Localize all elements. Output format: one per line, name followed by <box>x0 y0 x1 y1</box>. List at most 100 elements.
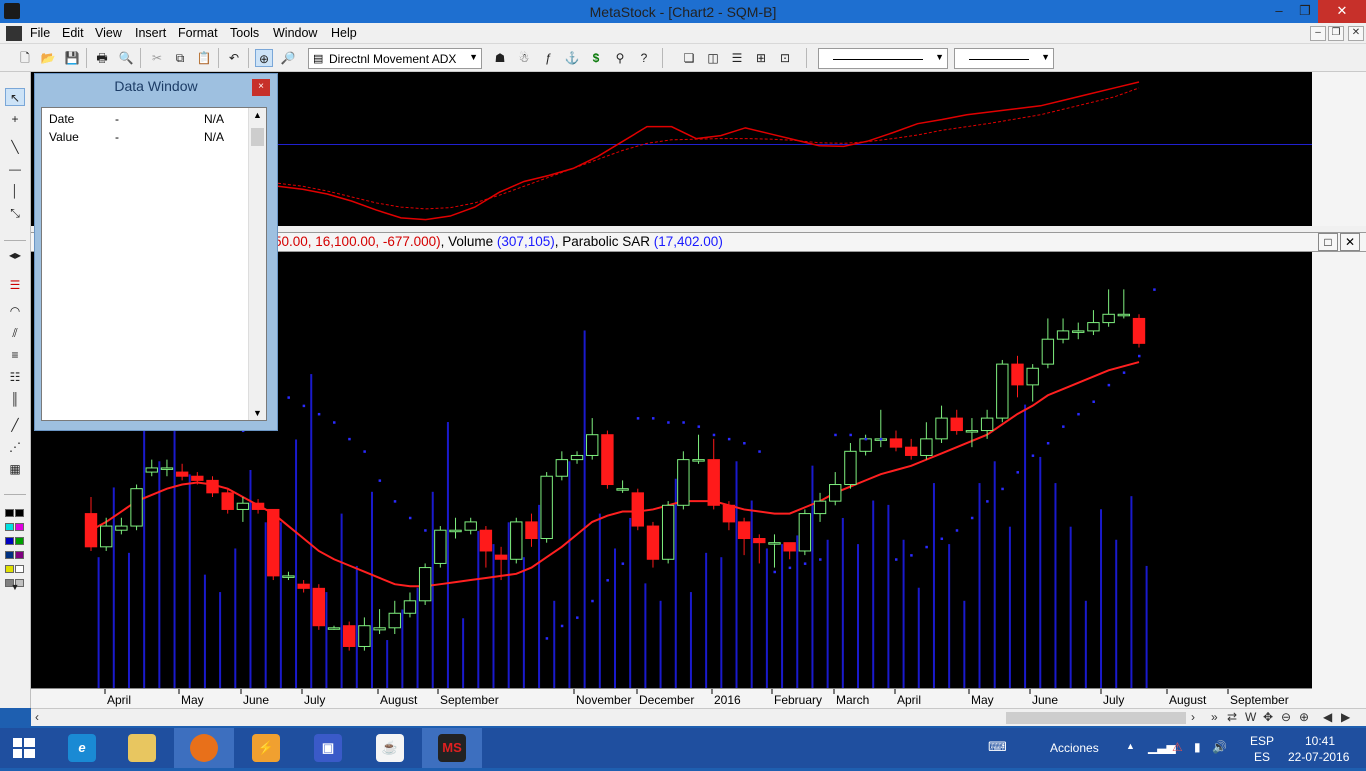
taskbar-java[interactable]: ☕ <box>360 728 420 768</box>
copy-icon[interactable]: ⧉ <box>171 49 189 67</box>
paste-icon[interactable]: 📋 <box>195 49 213 67</box>
fibonacci-fan-icon[interactable]: ≡ <box>5 346 25 364</box>
move-icon[interactable]: ✥ <box>1263 710 1273 724</box>
minimize-button[interactable]: – <box>1266 0 1292 23</box>
menu-tools[interactable]: Tools <box>230 26 259 40</box>
next-page-icon[interactable]: ▶ <box>1341 710 1350 724</box>
fibonacci-arcs-icon[interactable]: ◠ <box>5 302 25 320</box>
chevron-up-icon[interactable]: ▲ <box>1126 741 1135 751</box>
speed-lines-icon[interactable]: ☰ <box>5 276 25 294</box>
acciones-label[interactable]: Acciones <box>1050 741 1099 755</box>
open-folder-icon[interactable]: 📂 <box>39 49 57 67</box>
trendline-icon[interactable]: ╲ <box>5 138 25 156</box>
system-tester-icon[interactable]: ⚓ <box>563 49 581 67</box>
candle-body <box>99 525 113 548</box>
scroll-right-button[interactable]: › <box>1191 710 1195 724</box>
vertical-line-icon[interactable]: │ <box>5 182 25 200</box>
tile-vertical-icon[interactable]: ◫ <box>704 49 722 67</box>
explorer-icon[interactable]: ☃ <box>515 49 533 67</box>
undo-icon[interactable]: ↶ <box>225 49 243 67</box>
network-warning-icon[interactable]: ⚠ <box>1172 740 1183 754</box>
horizontal-line-icon[interactable]: — <box>5 160 25 178</box>
chevron-up-icon[interactable]: ▲ <box>253 110 262 120</box>
menu-insert[interactable]: Insert <box>135 26 166 40</box>
select-range-icon[interactable]: ⇄ <box>1227 710 1237 724</box>
mdi-close-button[interactable]: ✕ <box>1348 26 1364 41</box>
menu-file[interactable]: File <box>30 26 50 40</box>
start-button[interactable] <box>0 728 60 768</box>
keyboard-icon[interactable]: ⌨ <box>988 739 1007 755</box>
menu-edit[interactable]: Edit <box>62 26 84 40</box>
taskbar-firefox[interactable] <box>174 728 234 768</box>
indicator-builder-icon[interactable]: ƒ <box>539 49 557 67</box>
mdi-restore-button[interactable]: ❐ <box>1328 26 1344 41</box>
indicator-dropdown[interactable]: ▤ Directnl Movement ADX ▼ <box>308 48 482 69</box>
cycle-lines-icon[interactable]: ║ <box>5 390 25 408</box>
prev-page-icon[interactable]: ◀ <box>1323 710 1332 724</box>
cascade-windows-icon[interactable]: ❏ <box>680 49 698 67</box>
gann-fan-icon[interactable]: ⫽ <box>5 324 25 342</box>
line-style-dropdown[interactable]: ▼ <box>818 48 948 69</box>
taskbar-lightning-app[interactable]: ⚡ <box>236 728 296 768</box>
data-window-scroll-thumb[interactable] <box>251 128 264 146</box>
x-tick-label: December <box>639 693 694 707</box>
zoom-in-icon[interactable]: ⊕ <box>1299 710 1309 724</box>
shift-chart-icon[interactable]: ◂▸ <box>5 246 25 264</box>
menu-window[interactable]: Window <box>273 26 317 40</box>
new-file-icon[interactable]: 🗋 <box>16 49 34 67</box>
scrollbar-thumb[interactable] <box>1006 712 1186 724</box>
close-button[interactable]: ✕ <box>1318 0 1366 23</box>
menu-bar: File Edit View Insert Format Tools Windo… <box>0 23 1366 44</box>
crosshair-tool-icon[interactable]: + <box>5 110 25 128</box>
zoom-icon[interactable]: 🔎 <box>279 49 297 67</box>
clock-date[interactable]: 22-07-2016 <box>1288 750 1349 764</box>
scroll-fast-forward-icon[interactable]: » <box>1211 710 1218 724</box>
palette-more-icon[interactable]: ▼ <box>5 578 25 596</box>
tile-grid-icon[interactable]: ⊞ <box>752 49 770 67</box>
chevron-down-icon[interactable]: ▼ <box>253 408 262 418</box>
language-bottom[interactable]: ES <box>1254 750 1270 764</box>
scroll-left-button[interactable]: ‹ <box>35 710 39 724</box>
volume-icon[interactable]: 🔊 <box>1212 740 1227 754</box>
menu-view[interactable]: View <box>95 26 122 40</box>
menu-format[interactable]: Format <box>178 26 218 40</box>
menu-help[interactable]: Help <box>331 26 357 40</box>
expert-advisor-icon[interactable]: ☗ <box>491 49 509 67</box>
regression-line-icon[interactable]: ╱ <box>5 416 25 434</box>
crosshair-icon[interactable]: ⊕ <box>255 49 273 67</box>
arrange-icons-icon[interactable]: ⊡ <box>776 49 794 67</box>
language-top[interactable]: ESP <box>1250 734 1274 748</box>
maximize-button[interactable]: ❐ <box>1292 0 1318 23</box>
binoculars-icon[interactable]: ⚲ <box>611 49 629 67</box>
chart-window-icon[interactable] <box>6 26 22 41</box>
print-preview-icon[interactable]: 🔍 <box>117 49 135 67</box>
zoom-out-icon[interactable]: ⊖ <box>1281 710 1291 724</box>
pane-close-button[interactable]: ✕ <box>1340 233 1360 251</box>
andrews-pitchfork-icon[interactable]: ⋰ <box>5 438 25 456</box>
dollar-icon[interactable]: $ <box>587 49 605 67</box>
clock-time[interactable]: 10:41 <box>1305 734 1335 748</box>
sar-dot <box>1031 454 1035 457</box>
help-pointer-icon[interactable]: ? <box>635 49 653 67</box>
data-window[interactable]: Data Window × Date - N/A Value - N/A ▲ ▼ <box>34 73 278 431</box>
cut-icon[interactable]: ✂ <box>148 49 166 67</box>
line-weight-dropdown[interactable]: ▼ <box>954 48 1054 69</box>
taskbar-save-app[interactable]: ▣ <box>298 728 358 768</box>
save-icon[interactable]: 💾 <box>63 49 81 67</box>
pane-maximize-button[interactable]: □ <box>1318 233 1338 251</box>
taskbar-metastock[interactable]: MS <box>422 728 482 768</box>
weekly-icon[interactable]: W <box>1245 710 1256 724</box>
channel-tool-icon[interactable]: ⤡ <box>5 204 25 222</box>
data-window-close-button[interactable]: × <box>252 79 270 96</box>
pointer-icon[interactable]: ↖ <box>5 88 25 106</box>
taskbar-file-explorer[interactable] <box>112 728 172 768</box>
data-window-scrollbar[interactable]: ▲ ▼ <box>248 108 266 420</box>
taskbar-internet-explorer[interactable]: e <box>52 728 112 768</box>
mdi-minimize-button[interactable]: – <box>1310 26 1326 41</box>
print-icon[interactable]: 🖶 <box>93 49 111 67</box>
tile-horizontal-icon[interactable]: ☰ <box>728 49 746 67</box>
battery-icon[interactable]: ▮ <box>1194 740 1201 754</box>
horizontal-scrollbar[interactable]: ‹ › » ⇄ W ✥ ⊖ ⊕ ◀ ▶ <box>31 708 1366 726</box>
grid-tool-icon[interactable]: ▦ <box>5 460 25 478</box>
fibonacci-retracement-icon[interactable]: ☷ <box>5 368 25 386</box>
